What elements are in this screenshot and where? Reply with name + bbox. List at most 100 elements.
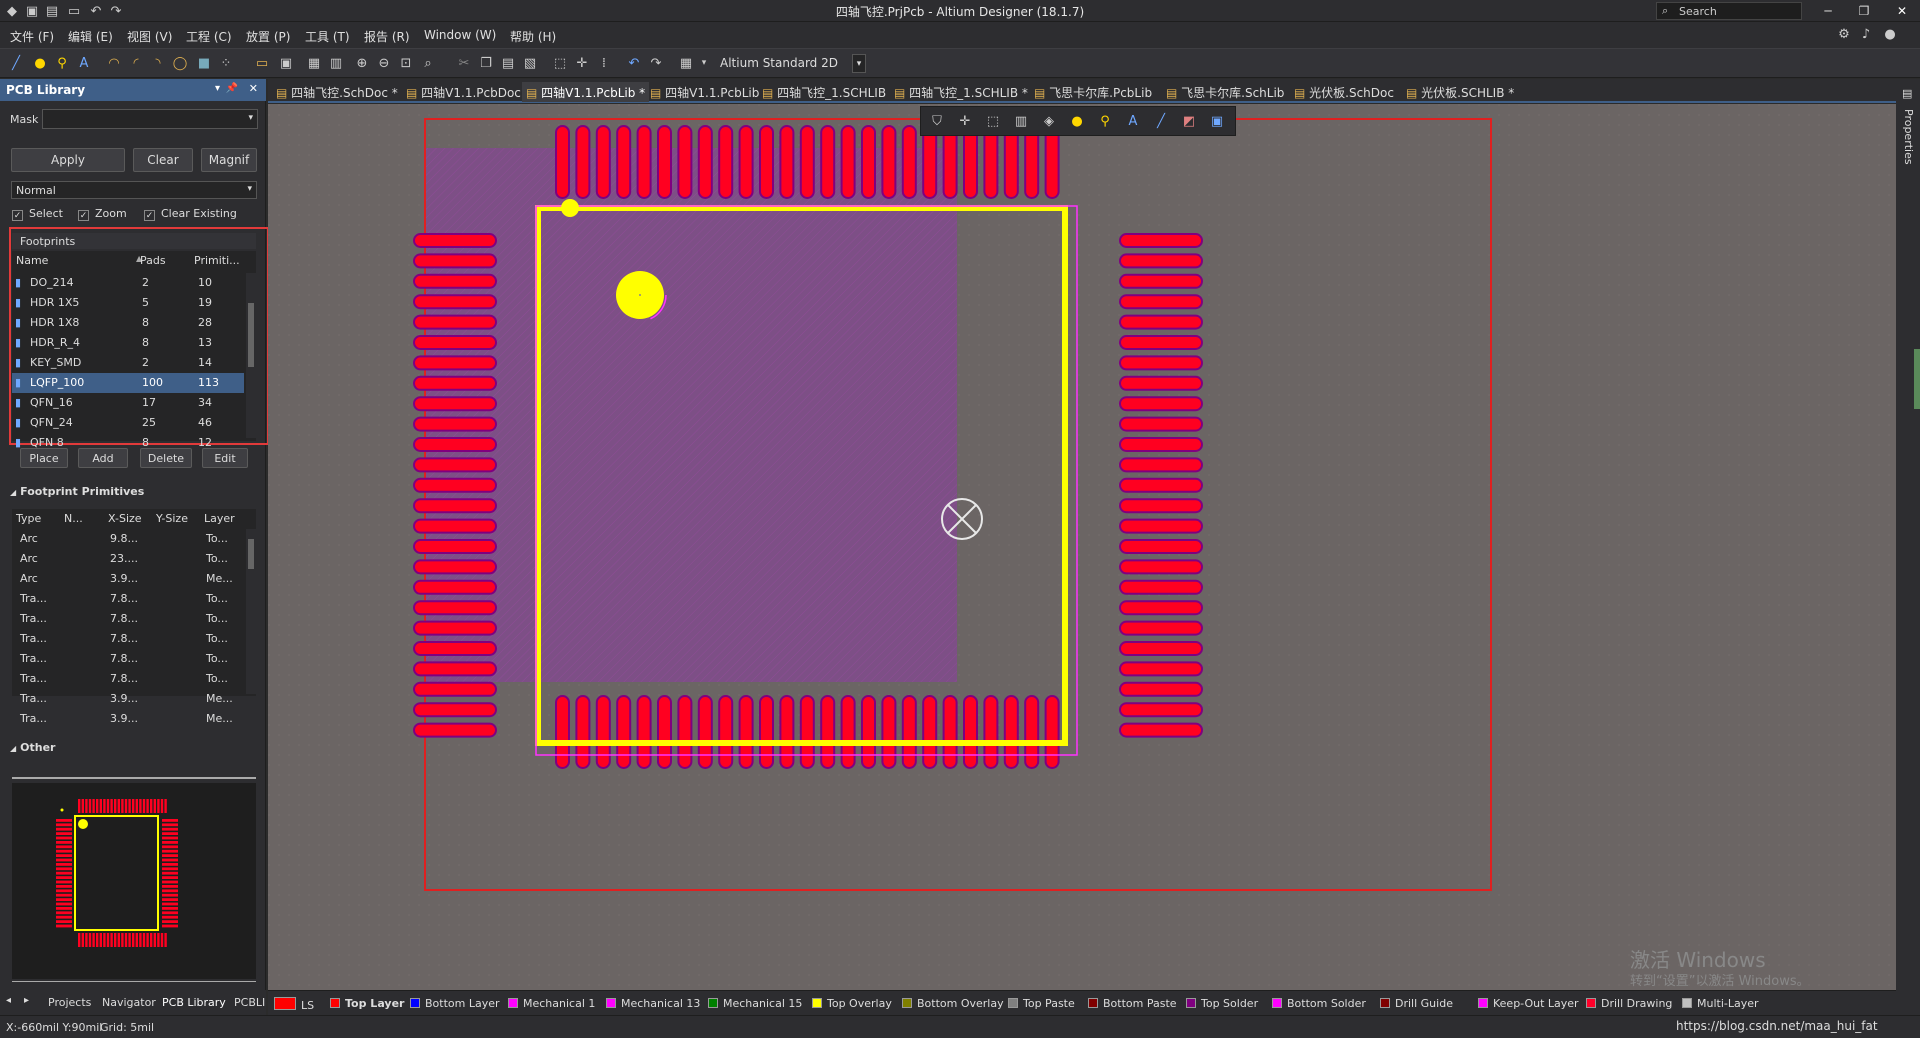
footprint-row[interactable]: ▮ HDR 1X8 8 28 xyxy=(12,313,244,333)
footprint-row[interactable]: ▮ KEY_SMD 2 14 xyxy=(12,353,244,373)
layer-tab[interactable]: Drill Guide xyxy=(1380,997,1453,1010)
pad-tool-icon[interactable]: ● xyxy=(32,55,48,71)
add-button[interactable]: Add xyxy=(78,448,128,468)
zoom-area-icon[interactable]: ⊡ xyxy=(398,55,414,71)
line-icon[interactable]: ╱ xyxy=(1153,113,1169,129)
tab-next-icon[interactable]: ▸ xyxy=(24,995,29,1006)
primitive-row[interactable]: Tra... 3.9... Me... xyxy=(12,709,244,729)
arc-center-icon[interactable]: ◠ xyxy=(106,55,122,71)
filter-mode-select[interactable]: Normal ▾ xyxy=(11,181,257,199)
primitive-row[interactable]: Tra... 3.9... Me... xyxy=(12,689,244,709)
arc-edge-icon[interactable]: ◜ xyxy=(128,55,144,71)
menu-place[interactable]: 放置 (P) xyxy=(246,28,290,45)
layer-tab[interactable]: Keep-Out Layer xyxy=(1478,997,1579,1010)
place-button[interactable]: Place xyxy=(20,448,68,468)
menu-window[interactable]: Window (W) xyxy=(424,28,496,42)
select-checkbox[interactable]: ✓ Select xyxy=(12,207,63,221)
layer-tab[interactable]: Top Layer xyxy=(330,997,404,1010)
edit-button[interactable]: Edit xyxy=(202,448,248,468)
panel-menu-icon[interactable]: ▾ xyxy=(215,83,220,94)
select-icon[interactable]: ⬚ xyxy=(985,113,1001,129)
dimension-icon[interactable]: ▣ xyxy=(1209,113,1225,129)
pad-icon[interactable]: ● xyxy=(1069,113,1085,129)
align-icon[interactable]: ▥ xyxy=(1013,113,1029,129)
layer-tab[interactable]: Drill Drawing xyxy=(1586,997,1672,1010)
undo-icon-2[interactable]: ↶ xyxy=(626,55,642,71)
properties-tab[interactable]: Properties xyxy=(1901,109,1915,179)
layer-tab[interactable]: Bottom Layer xyxy=(410,997,500,1010)
col-ysize[interactable]: Y-Size xyxy=(156,509,188,527)
move-icon[interactable]: ✛ xyxy=(574,55,590,71)
zoom-out-icon[interactable]: ⊖ xyxy=(376,55,392,71)
scroll-indicator[interactable] xyxy=(1914,349,1920,409)
doc-tab[interactable]: ▤ 四轴飞控_1.SCHLIB * xyxy=(890,82,1032,102)
layer-tab[interactable]: Multi-Layer xyxy=(1682,997,1759,1010)
tab-pcblib[interactable]: PCBLI xyxy=(234,996,265,1009)
doc-tab[interactable]: ▤ 四轴V1.1.PcbLib * xyxy=(522,82,650,102)
cut-icon[interactable]: ✂ xyxy=(456,55,472,71)
select-area-icon[interactable]: ⬚ xyxy=(552,55,568,71)
layer-tab[interactable]: Top Paste xyxy=(1008,997,1075,1010)
primitive-row[interactable]: Tra... 7.8... To... xyxy=(12,629,244,649)
col-layer[interactable]: Layer xyxy=(204,509,235,527)
col-primitives[interactable]: Primiti... xyxy=(194,251,240,269)
layer-tab[interactable]: Bottom Solder xyxy=(1272,997,1366,1010)
pcb-canvas[interactable]: ⛉ ✛ ⬚ ▥ ◈ ● ⚲ A ╱ ◩ ▣ 激活 Windows 转到“设置”以… xyxy=(268,104,1896,990)
paste-icon[interactable]: ▤ xyxy=(500,55,516,71)
zoom-checkbox[interactable]: ✓ Zoom xyxy=(78,207,127,221)
footprint-row[interactable]: ▮ LQFP_100 100 113 xyxy=(12,373,244,393)
tab-prev-icon[interactable]: ◂ xyxy=(6,995,11,1006)
menu-project[interactable]: 工程 (C) xyxy=(186,28,232,45)
footprint-row[interactable]: ▮ HDR_R_4 8 13 xyxy=(12,333,244,353)
other-section-header[interactable]: ◢ Other xyxy=(10,741,255,754)
primitive-row[interactable]: Tra... 7.8... To... xyxy=(12,669,244,689)
menu-tools[interactable]: 工具 (T) xyxy=(305,28,350,45)
print-preview-icon[interactable]: ▥ xyxy=(328,55,344,71)
region-icon[interactable]: ◩ xyxy=(1181,113,1197,129)
doc-tab[interactable]: ▤ 四轴飞控.SchDoc * xyxy=(272,82,402,102)
view-mode-dropdown[interactable]: ▾ xyxy=(852,54,866,73)
save-file-icon[interactable]: ▣ xyxy=(278,55,294,71)
doc-tab[interactable]: ▤ 飞思卡尔库.SchLib xyxy=(1162,82,1288,102)
doc-tab[interactable]: ▤ 飞思卡尔库.PcbLib xyxy=(1030,82,1156,102)
layer-tab[interactable]: Top Solder xyxy=(1186,997,1258,1010)
via-icon[interactable]: ⚲ xyxy=(1097,113,1113,129)
zoom-selected-icon[interactable]: ⌕ xyxy=(420,55,436,71)
copy-icon[interactable]: ❐ xyxy=(478,55,494,71)
open-file-icon[interactable]: ▭ xyxy=(254,55,270,71)
minimize-button[interactable]: ─ xyxy=(1810,0,1846,22)
array-paste-icon[interactable]: ⁘ xyxy=(218,55,234,71)
layer-tab[interactable]: Mechanical 15 xyxy=(708,997,802,1010)
menu-reports[interactable]: 报告 (R) xyxy=(364,28,410,45)
circle-icon[interactable]: ◯ xyxy=(172,55,188,71)
rubber-stamp-icon[interactable]: ▧ xyxy=(522,55,538,71)
print-icon[interactable]: ▦ xyxy=(306,55,322,71)
menu-help[interactable]: 帮助 (H) xyxy=(510,28,556,45)
footprint-row[interactable]: ▮ HDR 1X5 5 19 xyxy=(12,293,244,313)
menu-file[interactable]: 文件 (F) xyxy=(10,28,54,45)
panel-close-icon[interactable]: ✕ xyxy=(249,82,258,95)
layer-tab[interactable]: Mechanical 13 xyxy=(606,997,700,1010)
primitive-row[interactable]: Arc 3.9... Me... xyxy=(12,569,244,589)
tab-navigator[interactable]: Navigator xyxy=(102,996,156,1009)
grid-dropdown-icon[interactable]: ▾ xyxy=(696,55,712,71)
doc-tab[interactable]: ▤ 光伏板.SchDoc xyxy=(1290,82,1398,102)
scroll-thumb[interactable] xyxy=(248,303,254,367)
layer-tab[interactable]: Bottom Overlay xyxy=(902,997,1004,1010)
line-tool-icon[interactable]: ╱ xyxy=(8,55,24,71)
apply-button[interactable]: Apply xyxy=(11,148,125,172)
search-input[interactable]: Search xyxy=(1656,2,1802,20)
magnify-button[interactable]: Magnif xyxy=(201,148,257,172)
menu-edit[interactable]: 编辑 (E) xyxy=(68,28,113,45)
primitive-row[interactable]: Tra... 7.8... To... xyxy=(12,609,244,629)
primitive-row[interactable]: Arc 23.... To... xyxy=(12,549,244,569)
restore-button[interactable]: ❐ xyxy=(1846,0,1882,22)
footprint-row[interactable]: ▮ QFN_16 17 34 xyxy=(12,393,244,413)
col-n[interactable]: N... xyxy=(64,509,83,527)
doc-tab[interactable]: ▤ 光伏板.SCHLIB * xyxy=(1402,82,1518,102)
menu-view[interactable]: 视图 (V) xyxy=(127,28,172,45)
primitives-section-header[interactable]: ◢ Footprint Primitives xyxy=(10,485,255,498)
primitives-scrollbar[interactable] xyxy=(246,529,256,694)
fill-icon[interactable]: ■ xyxy=(196,55,212,71)
panels-icon[interactable]: ▤ xyxy=(1902,87,1912,100)
